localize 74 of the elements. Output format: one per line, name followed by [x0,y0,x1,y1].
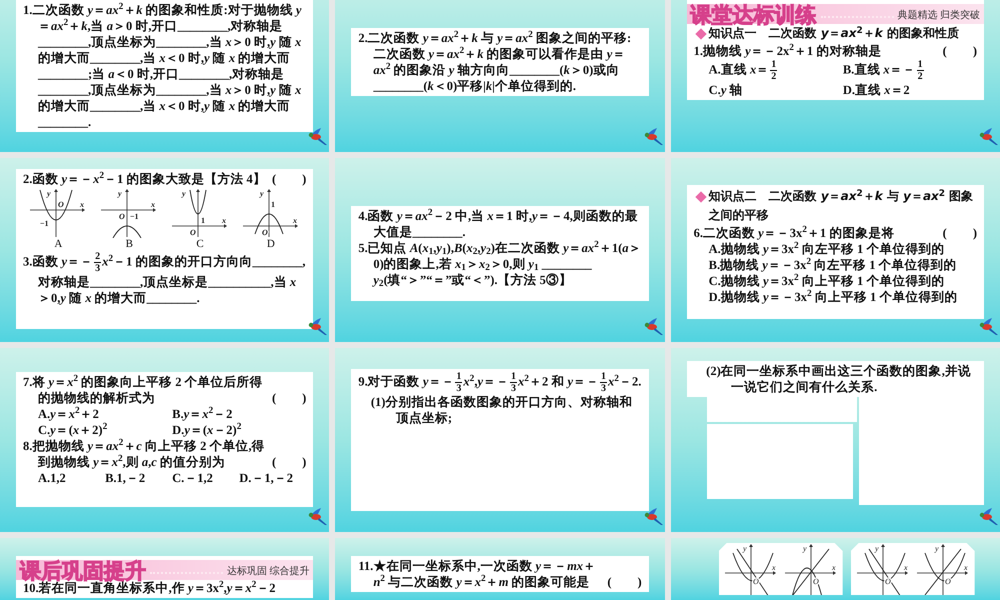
axis-label: y [802,544,806,553]
option-text: B.抛物线 y＝－3x$^{2}$ 向左平移 1 个单位得到的 [708,257,958,273]
option-label: D [266,238,275,250]
axis-label: x [292,216,297,225]
question-text: 1.二次函数 y＝ax$^{2}$＋k 的图象和性质:对于抛物线 y＝ax$^{2}$＋k,当 a＞0 时,开口________,对称轴是________,顶点坐标为________,当 x＞0 时,y 随 x 的增大而________,当 x＜0 时,y 随 x 的增大而________;当 a＜0 时,开口________,对称轴是________,顶点坐标为________,当 x＞0 时,y 随 x 的增大而________,当 x＜0 时,y 随 x 的增大而________. [23,2,302,130]
slide-thumbnail[interactable]: 11.★在同一坐标系中,一次函数 y＝－mx＋n$^{2}$ 与二次函数 y＝x$^{2}$＋m 的图象可能是 ( ) [335,538,665,600]
axis-label: x [904,563,908,572]
slide-thumbnail[interactable]: 课后巩固提升 达标巩固 综合提升 10.若在同一直角坐标系中,作 y＝3x$^{2}$,y＝x$^{2}$－2 [0,538,330,600]
answer-bracket: ( ) [942,225,977,241]
option-text: C.－1,2 [172,470,214,486]
option-text: B.y＝x$^{2}$－2 [172,406,234,422]
question-text: 5.已知点 A(x$_{1}$,y$_{1}$),B(x$_{2}$,y$_{2}$)在二次函数 y＝ax$^{2}$＋1(a＞0)的图象上,若 x$_{1}$＞x$_{2}$＞0,则 y$_{1}$ ________ y$_{2}$(填“＞”“＝”或“＜”).【方法 5③】 [358,240,642,288]
question-text: 8.把抛物线 y＝ax$^{2}$＋c 向上平移 2 个单位,得到抛物线 y＝x$^{2}$,则 a,c 的值分别为 [23,438,266,470]
axis-label: O [262,228,268,237]
option-text: A.1,2 [38,470,67,486]
tick-label: 1 [201,216,206,225]
section-heading: 知识点二 二次函数 y＝ax$^{2}$＋k 与 y＝ax$^{2}$ 图象之间的平移 [708,188,974,224]
option-text: C.抛物线 y＝3x$^{2}$ 向上平移 1 个单位得到的 [708,273,946,289]
tick-label: −1 [130,212,139,221]
section-heading: 知识点一 二次函数 y＝ax$^{2}$＋k 的图象和性质 [708,26,960,42]
axis-label: y [742,544,746,553]
option-label: C [196,238,204,250]
question-text: 4.函数 y＝ax$^{2}$－2 中,当 x＝1 时,y＝－4,则函数的最大值是________. [358,208,639,240]
question-text: 1.抛物线 y＝－2x$^{2}$＋1 的对称轴是 [694,43,882,59]
question-text: 2.函数 y＝－x$^{2}$－1 的图象大致是【方法 4】 [23,171,266,187]
answer-bracket: ( ) [272,171,306,187]
question-text: 11.★在同一坐标系中,一次函数 y＝－mx＋n$^{2}$ 与二次函数 y＝x$^{2}$＋m 的图象可能是 [358,558,598,590]
option-text: B.1,－2 [105,470,146,486]
answer-bracket: ( ) [942,43,977,59]
tick-label: −1 [40,219,49,228]
option-text: A.y＝x$^{2}$＋2 [38,406,100,422]
answer-bracket: ( ) [272,454,306,470]
slide-thumbnail[interactable]: 4.函数 y＝ax$^{2}$－2 中,当 x＝1 时,y＝－4,则函数的最大值是________. 5.已知点 A(x$_{1}$,y$_{1}$),B(x$_{2}$,y$_{2}$)在二次函数 y＝ax$^{2}$＋1(a＞0)的图象上,若 x$_{1}$＞x$_{2}$＞0,则 y$_{1}$ ________ y$_{2}$(填“＞”“＝”或“＜”).【方法 5③】 [335,158,665,342]
axis-label: O [119,212,126,221]
axis-label: y [874,544,878,553]
axis-label: x [222,216,226,225]
option-text: D.直线 x＝2 [842,82,911,98]
banner-title: 课堂达标训练 [689,3,817,27]
option-text: C.y 轴 [708,82,744,98]
option-label: B [126,238,133,250]
axis-label: y [260,189,264,198]
axis-label: x [80,200,84,209]
axis-label: y [47,189,51,198]
slide-thumbnail[interactable] [0,0,330,152]
question-text: (2)在同一坐标系中画出这三个函数的图象,并说一说它们之间有什么关系. [705,363,972,395]
axis-label: x [772,563,776,572]
option-label: A [54,238,62,250]
slide-thumbnail[interactable]: 2.二次函数 y＝ax$^{2}$＋k 与 y＝ax$^{2}$ 图象之间的平移:二次函数 y＝ax$^{2}$＋k 的图象可以看作是由 y＝ax$^{2}$ 的图象沿 y 轴方向向________(k＞0)或向________(k＜0)平移|k|个单位得到的. [335,0,665,152]
axis-label: y [182,189,186,198]
axis-label: y [118,189,122,198]
slide-thumbnail[interactable]: (2)在同一坐标系中画出这三个函数的图象,并说一说它们之间有什么关系. [670,348,1000,532]
option-text: A.抛物线 y＝3x$^{2}$ 向左平移 1 个单位得到的 [708,241,946,257]
option-text: D.－1,－2 [239,470,294,486]
tick-label: 1 [270,200,275,209]
option-text: D.抛物线 y＝－3x$^{2}$ 向上平移 1 个单位得到的 [708,289,958,305]
question-text: 6.二次函数 y＝－3x$^{2}$＋1 的图象是将 [694,225,896,241]
option-text: C.y＝(x＋2)$^{2}$ [38,422,108,438]
slide-thumbnail[interactable]: 知识点二 二次函数 y＝ax$^{2}$＋k 与 y＝ax$^{2}$ 图象之间的平移 6.二次函数 y＝－3x$^{2}$＋1 的图象是将 ( ) A.抛物线 y＝3x$^{2}$ 向左平移 1 个单位得到的 B.抛物线 y＝－3x$^{2}$ 向左平移 1 个单位得到的 C.抛物线 y＝3x$^{2}$ 向上平移 1 个单位得到的 D.抛物线 y＝－3x$^{2}$ 向上平移 1 个单位得到的 [670,158,1000,342]
axis-label: O [190,228,196,237]
axis-label: O [58,200,64,209]
banner-subtitle: 达标巩固 综合提升 [226,564,310,579]
option-text: D.y＝(x－2)$^{2}$ [172,422,242,438]
axis-label: x [151,200,156,209]
banner-subtitle: 典题精选 归类突破 [898,8,980,23]
question-text: 10.若在同一直角坐标系中,作 y＝3x$^{2}$,y＝x$^{2}$－2 [23,580,276,596]
answer-bracket: ( ) [607,574,642,590]
slide-thumbnail[interactable]: 7.将 y＝x$^{2}$ 的图象向上平移 2 个单位后所得的抛物线的解析式为 ( ) A.y＝x$^{2}$＋2 B.y＝x$^{2}$－2 C.y＝(x＋2)$^{2}$ D.y＝(x－2)$^{2}$ 8.把抛物线 y＝ax$^{2}$＋c 向上平移 2 个单位,得到抛物线 y＝x$^{2}$,则 a,c 的值分别为 ( ) A.1,2 B.1,－2 C.－1,2 D.－1,－2 [0,348,330,532]
question-text: 2.二次函数 y＝ax$^{2}$＋k 与 y＝ax$^{2}$ 图象之间的平移:二次函数 y＝ax$^{2}$＋k 的图象可以看作是由 y＝ax$^{2}$ 的图象沿 y 轴方向向________(k＞0)或向________(k＜0)平移|k|个单位得到的. [358,30,632,94]
axis-label: x [964,563,968,572]
banner-title: 课后巩固提升 [18,559,146,583]
answer-bracket: ( ) [272,390,306,406]
axis-label: x [832,563,836,572]
axis-label: y [934,544,938,553]
question-text: (1)分别指出各函数图象的开口方向、对称轴和顶点坐标; [370,394,634,426]
